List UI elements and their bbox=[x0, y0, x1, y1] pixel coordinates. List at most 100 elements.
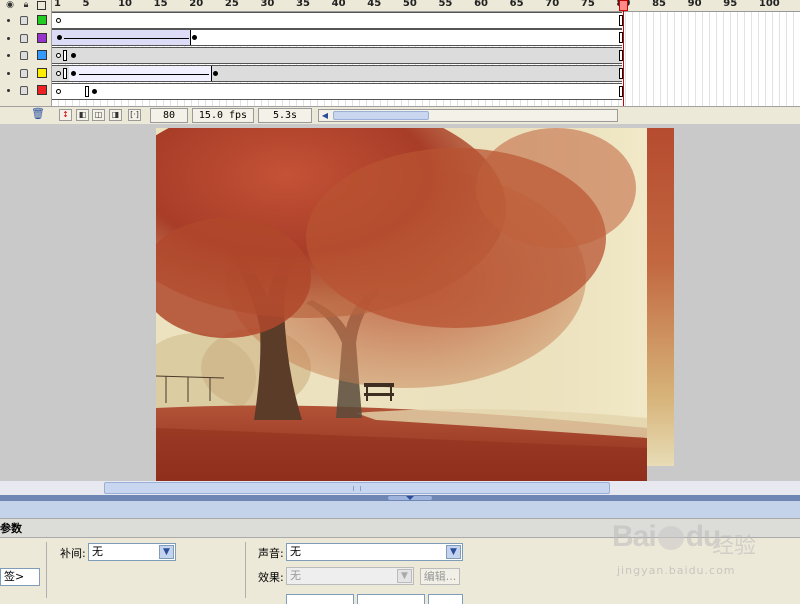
lock-icon[interactable] bbox=[20, 68, 28, 78]
layer-row[interactable] bbox=[0, 47, 52, 64]
tween-select[interactable]: 无 ▼ bbox=[88, 543, 176, 561]
layer-row[interactable] bbox=[0, 65, 52, 82]
layer-row[interactable] bbox=[0, 30, 52, 47]
panel-separator bbox=[0, 501, 800, 518]
tween-label: 补间: bbox=[60, 547, 86, 560]
stage-canvas-image[interactable] bbox=[156, 128, 647, 481]
scroll-thumb[interactable] bbox=[333, 111, 429, 120]
frame-row-5[interactable] bbox=[52, 83, 623, 100]
sound-select[interactable]: 无 ▼ bbox=[286, 543, 463, 561]
playhead-handle[interactable] bbox=[619, 0, 628, 11]
repeat-select[interactable] bbox=[357, 594, 425, 604]
panel-title[interactable]: 参数 bbox=[0, 518, 800, 538]
onion-outline-icon[interactable]: ◫ bbox=[92, 109, 105, 121]
lock-icon[interactable]: 🔒︎ bbox=[21, 1, 31, 10]
frame-row-4[interactable] bbox=[52, 65, 623, 82]
modify-markers-icon[interactable]: [·] bbox=[128, 109, 141, 121]
effect-select[interactable]: 无 ▼ bbox=[286, 567, 414, 585]
repeat-count-input[interactable] bbox=[428, 594, 463, 604]
blank-keyframe bbox=[56, 89, 61, 94]
ruler-tick-5: 5 bbox=[82, 0, 90, 9]
lock-icon[interactable] bbox=[20, 33, 28, 43]
outline-icon[interactable] bbox=[37, 1, 46, 10]
layer-row[interactable] bbox=[0, 12, 52, 29]
ruler-tick-75: 75 bbox=[580, 0, 595, 9]
end-frame bbox=[85, 86, 89, 97]
blank-keyframe bbox=[56, 53, 61, 58]
keyframe bbox=[71, 71, 76, 76]
timeline-panel: ◉ 🔒︎ 15101520253035404550556065707580859… bbox=[0, 0, 800, 124]
ruler-tick-25: 25 bbox=[224, 0, 239, 9]
layer-outline-color-swatch[interactable] bbox=[37, 50, 47, 61]
timeline-status-bar: 🗑︎ ↕ ◧ ◫ ◨ [·] 80 15.0 fps 5.3s ◀ bbox=[0, 106, 800, 124]
ruler-tick-70: 70 bbox=[545, 0, 560, 9]
frames-grid[interactable] bbox=[52, 12, 800, 106]
effect-value: 无 bbox=[290, 569, 301, 582]
blank-keyframe bbox=[56, 71, 61, 76]
properties-panel: 签> 补间: 无 ▼ 声音: 无 ▼ 效果: 无 ▼ 编辑... bbox=[0, 538, 800, 604]
splitter-handle[interactable] bbox=[388, 496, 432, 500]
layer-row[interactable] bbox=[0, 82, 52, 99]
playhead-line bbox=[623, 0, 624, 106]
elapsed-time: 5.3s bbox=[258, 108, 312, 123]
divider bbox=[46, 542, 47, 598]
layer-outline-color-swatch[interactable] bbox=[37, 15, 47, 25]
timeline-scrollbar[interactable]: ◀ bbox=[318, 109, 618, 122]
panel-title-text: 参数 bbox=[0, 522, 22, 535]
stage-canvas-offset-image bbox=[647, 128, 674, 466]
stage-scrollbar[interactable] bbox=[0, 481, 800, 495]
chevron-down-icon[interactable]: ▼ bbox=[397, 569, 412, 583]
ruler-tick-45: 45 bbox=[367, 0, 382, 9]
ruler-tick-90: 90 bbox=[687, 0, 702, 9]
layer-outline-color-swatch[interactable] bbox=[37, 32, 47, 43]
visibility-dot-icon[interactable] bbox=[7, 54, 10, 58]
frame-label-input[interactable]: 签> bbox=[0, 568, 40, 586]
divider bbox=[245, 542, 246, 598]
edit-button[interactable]: 编辑... bbox=[420, 568, 460, 585]
onion-skin-icon[interactable]: ◧ bbox=[76, 109, 89, 121]
collapse-arrow-icon bbox=[406, 496, 414, 500]
stage-scroll-thumb[interactable] bbox=[104, 482, 610, 494]
keyframe bbox=[213, 71, 218, 76]
chevron-down-icon[interactable]: ▼ bbox=[446, 545, 461, 559]
ruler-tick-65: 65 bbox=[509, 0, 524, 9]
lock-icon[interactable] bbox=[20, 86, 28, 96]
layer-outline-color-swatch[interactable] bbox=[37, 67, 47, 78]
lock-icon[interactable] bbox=[20, 16, 28, 25]
end-frame bbox=[63, 68, 67, 79]
effect-label: 效果: bbox=[258, 571, 284, 584]
visibility-dot-icon[interactable] bbox=[7, 89, 10, 93]
chevron-down-icon[interactable]: ▼ bbox=[159, 545, 174, 559]
tween-value: 无 bbox=[92, 545, 103, 558]
ruler-tick-15: 15 bbox=[153, 0, 168, 9]
keyframe bbox=[57, 35, 62, 40]
sound-label: 声音: bbox=[258, 547, 284, 560]
lock-icon[interactable] bbox=[20, 51, 28, 61]
layer-outline-color-swatch[interactable] bbox=[37, 85, 47, 96]
ruler-tick-95: 95 bbox=[723, 0, 738, 9]
visibility-dot-icon[interactable] bbox=[7, 19, 10, 22]
ruler-tick-30: 30 bbox=[260, 0, 275, 9]
edit-multiple-frames-icon[interactable]: ◨ bbox=[109, 109, 122, 121]
scroll-left-arrow-icon[interactable]: ◀ bbox=[319, 110, 331, 121]
stage-area bbox=[0, 124, 800, 481]
blank-keyframe bbox=[56, 18, 61, 23]
frame-row-1[interactable] bbox=[52, 12, 623, 29]
sync-select[interactable] bbox=[286, 594, 354, 604]
frame-row-2[interactable] bbox=[52, 29, 623, 46]
end-frame bbox=[63, 50, 67, 61]
eye-icon[interactable]: ◉ bbox=[5, 1, 15, 10]
trash-icon[interactable]: 🗑︎ bbox=[31, 108, 45, 121]
frame-row-3[interactable] bbox=[52, 47, 623, 64]
frame-ruler[interactable]: 1510152025303540455055606570758085909510… bbox=[52, 0, 800, 12]
autumn-tree-photo bbox=[156, 128, 647, 481]
ruler-tick-10: 10 bbox=[118, 0, 132, 9]
ruler-tick-35: 35 bbox=[296, 0, 310, 9]
ruler-tick-40: 40 bbox=[331, 0, 346, 9]
frame-label-value: 签> bbox=[4, 570, 25, 583]
visibility-dot-icon[interactable] bbox=[7, 36, 10, 40]
tween-arrow bbox=[79, 74, 209, 75]
grip-icon bbox=[353, 486, 361, 491]
visibility-dot-icon[interactable] bbox=[7, 71, 10, 75]
center-frame-icon[interactable]: ↕ bbox=[59, 109, 72, 121]
